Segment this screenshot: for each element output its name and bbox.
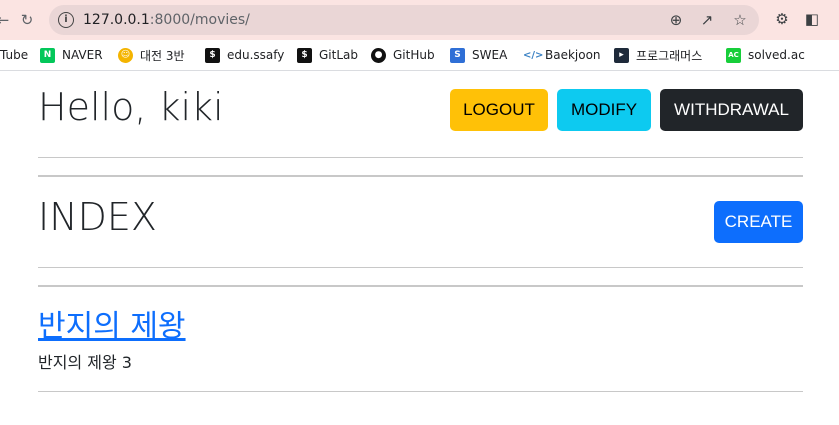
baekjoon-icon: </> — [523, 47, 544, 63]
bookmarks-bar: Tube N NAVER ☺ 대전 3반 $ edu.ssafy $ GitLa… — [0, 40, 839, 71]
url-host: 127.0.0.1 — [83, 12, 150, 28]
movie-title-link[interactable]: 반지의 제왕 — [38, 301, 186, 345]
extensions-icon[interactable]: ⚙ — [772, 9, 792, 29]
divider — [38, 175, 803, 177]
github-icon: ● — [371, 47, 386, 63]
bookmark-label: 대전 3반 — [140, 48, 185, 63]
emoji-icon: ☺ — [118, 47, 133, 63]
address-bar[interactable]: i 127.0.0.1:8000/movies/ ⊕ ↗ ☆ — [49, 5, 759, 35]
bookmark-gitlab[interactable]: $ GitLab — [297, 44, 358, 66]
greeting-heading: Hello, kiki — [38, 85, 224, 129]
bookmark-label: solved.ac — [748, 48, 805, 62]
side-panel-icon[interactable]: ◧ — [802, 9, 822, 29]
create-button[interactable]: CREATE — [714, 201, 803, 243]
bookmark-label: Baekjoon — [545, 48, 601, 62]
modify-button[interactable]: MODIFY — [557, 89, 651, 131]
divider — [38, 157, 803, 158]
divider — [38, 267, 803, 268]
bookmark-label: NAVER — [62, 48, 103, 62]
bookmark-edussafy[interactable]: $ edu.ssafy — [205, 44, 284, 66]
browser-toolbar: ← ↻ i 127.0.0.1:8000/movies/ ⊕ ↗ ☆ ⚙ ◧ — [0, 0, 839, 40]
divider — [38, 285, 803, 287]
bookmark-label: SWEA — [472, 48, 508, 62]
index-heading: INDEX — [38, 195, 157, 239]
bookmark-solvedac[interactable]: AC solved.ac — [726, 44, 805, 66]
programmers-icon: ▸ — [614, 47, 629, 63]
reload-icon[interactable]: ↻ — [16, 9, 38, 31]
bookmark-youtube[interactable]: Tube — [0, 44, 28, 66]
gitlab-icon: $ — [297, 47, 312, 63]
bookmark-daejeon[interactable]: ☺ 대전 3반 — [118, 44, 185, 66]
zoom-icon[interactable]: ⊕ — [667, 11, 685, 29]
withdrawal-button[interactable]: WITHDRAWAL — [660, 89, 803, 131]
share-icon[interactable]: ↗ — [698, 11, 716, 29]
bookmark-github[interactable]: ● GitHub — [371, 44, 435, 66]
bookmark-naver[interactable]: N NAVER — [40, 44, 103, 66]
naver-icon: N — [40, 47, 55, 63]
bookmark-label: edu.ssafy — [227, 48, 285, 62]
bookmark-label: 프로그래머스 — [636, 48, 703, 63]
bookmark-programmers[interactable]: ▸ 프로그래머스 — [614, 44, 702, 66]
movie-description: 반지의 제왕 3 — [38, 353, 132, 372]
bookmark-baekjoon[interactable]: </> Baekjoon — [523, 44, 601, 66]
bookmark-label: GitLab — [319, 48, 358, 62]
solvedac-icon: AC — [726, 47, 741, 63]
logout-button[interactable]: LOGOUT — [450, 89, 548, 131]
ssafy-icon: $ — [205, 47, 220, 63]
url-text[interactable]: 127.0.0.1:8000/movies/ — [83, 12, 250, 28]
bookmark-label: Tube — [0, 48, 29, 62]
site-info-icon[interactable]: i — [58, 12, 74, 28]
back-icon[interactable]: ← — [0, 9, 14, 31]
bookmark-label: GitHub — [393, 48, 435, 62]
bookmark-swea[interactable]: S SWEA — [450, 44, 507, 66]
divider — [38, 391, 803, 392]
bookmark-star-icon[interactable]: ☆ — [731, 11, 749, 29]
swea-icon: S — [450, 47, 465, 63]
url-path: :8000/movies/ — [149, 12, 250, 28]
